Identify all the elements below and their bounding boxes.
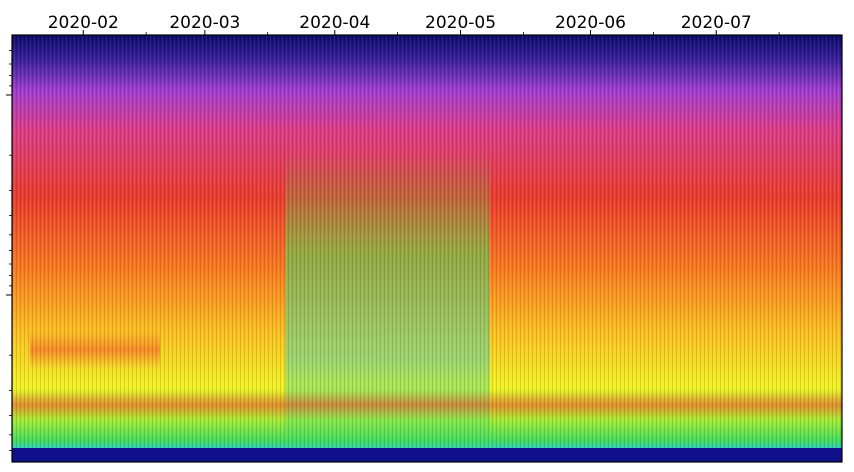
x-axis: 2020-02 2020-03 2020-04 2020-05 2020-06 2020-…	[48, 13, 780, 35]
y-axis	[6, 50, 12, 452]
baseline-band	[12, 448, 842, 462]
spectrogram-texture	[12, 35, 842, 462]
x-tick-label: 2020-05	[425, 13, 496, 33]
x-tick-label: 2020-04	[299, 13, 370, 33]
x-tick-label: 2020-03	[169, 13, 240, 33]
x-tick-label: 2020-07	[681, 13, 752, 33]
plot-area	[12, 35, 842, 462]
x-tick-label: 2020-02	[48, 13, 119, 33]
spectrogram-chart: 2020-02 2020-03 2020-04 2020-05 2020-06 2020-…	[6, 13, 843, 463]
x-tick-label: 2020-06	[555, 13, 626, 33]
